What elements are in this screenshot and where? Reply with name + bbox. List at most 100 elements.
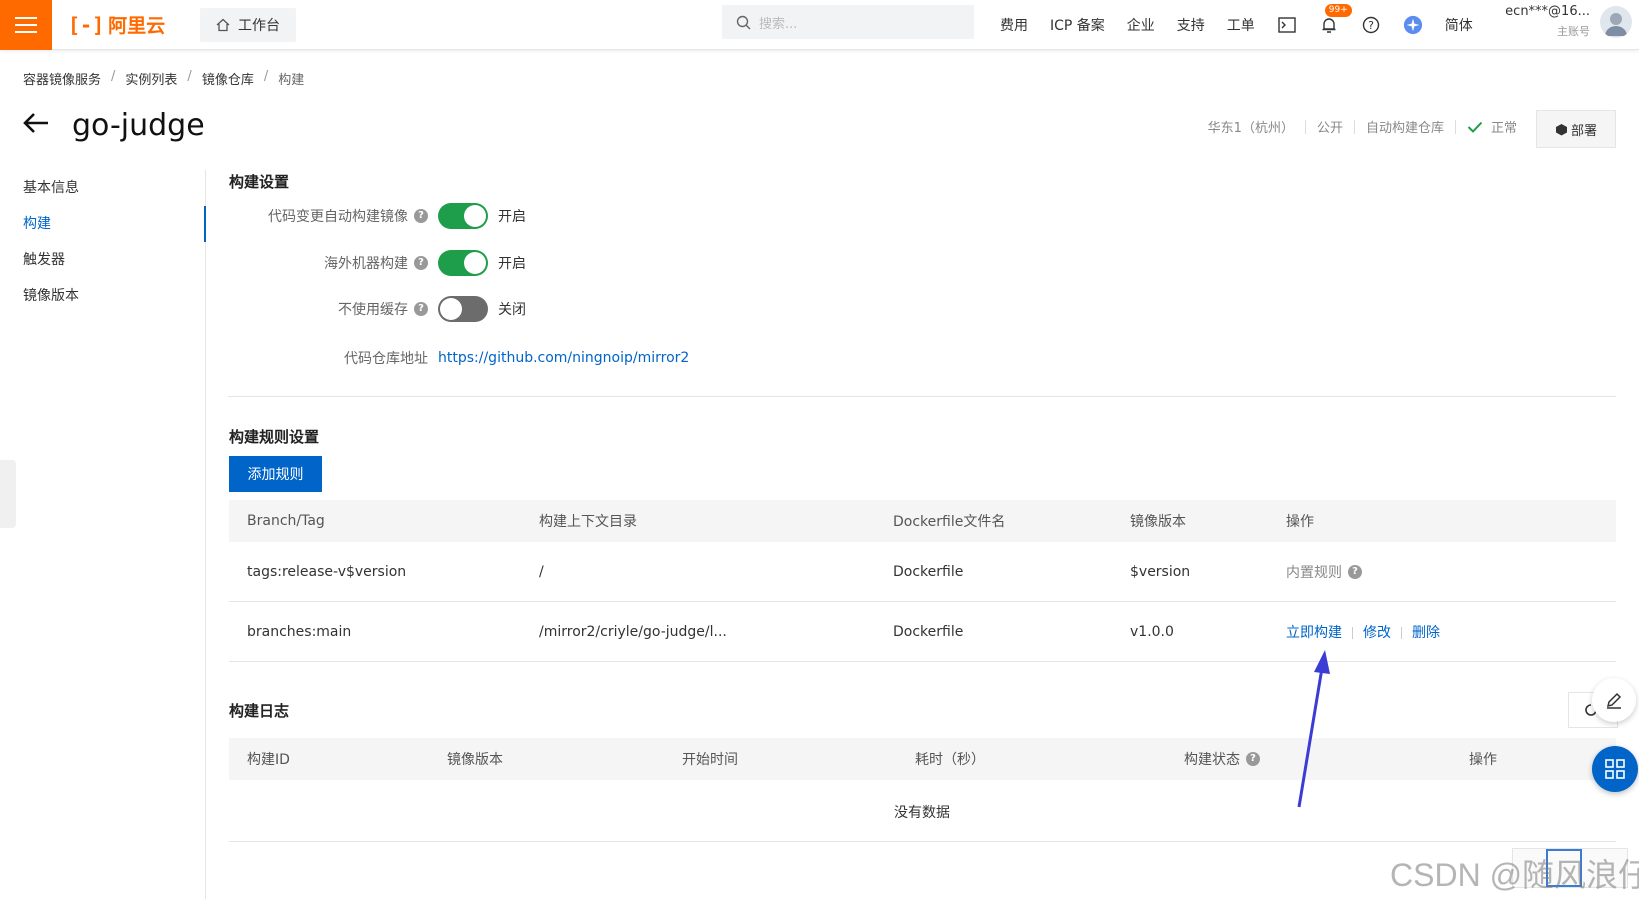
setting-auto-build: 代码变更自动构建镜像 ? 开启 [228, 203, 526, 229]
breadcrumb-separator: / [263, 69, 269, 84]
nav-ticket[interactable]: 工单 [1227, 15, 1255, 35]
deploy-button[interactable]: 部署 [1536, 110, 1616, 148]
setting-label: 代码变更自动构建镜像 ? [228, 206, 428, 226]
column-header: 开始时间 [682, 752, 738, 768]
bell-icon[interactable]: 99+ [1319, 4, 1352, 35]
breadcrumb: 容器镜像服务 / 实例列表 / 镜像仓库 / 构建 [23, 69, 304, 88]
breadcrumb-registry[interactable]: 容器镜像服务 [23, 69, 101, 88]
rule-context: /mirror2/criyle/go-judge/l... [539, 623, 727, 640]
rule-version: $version [1130, 563, 1191, 580]
table-row: branches:main /mirror2/criyle/go-judge/l… [229, 602, 1616, 662]
watermark: CSDN @随风浪仔 [1390, 857, 1639, 893]
column-header: 镜像版本 [1130, 514, 1186, 530]
help-icon[interactable]: ? [414, 302, 428, 316]
column-header: 构建上下文目录 [539, 514, 637, 530]
rule-dockerfile: Dockerfile [893, 623, 964, 640]
sidebar-item-triggers[interactable]: 触发器 [0, 242, 205, 278]
overseas-build-toggle[interactable] [438, 250, 488, 276]
repo-type: 自动构建仓库 [1365, 121, 1444, 136]
logo-mark: [-] [68, 12, 105, 37]
workbench-button[interactable]: 工作台 [200, 7, 296, 42]
back-arrow-icon[interactable] [22, 111, 50, 141]
empty-state-text: 没有数据 [894, 805, 950, 821]
builtin-rule-text: 内置规则 [1286, 564, 1342, 581]
logo-text: 阿里云 [108, 15, 166, 37]
sidebar-item-build[interactable]: 构建 [0, 206, 206, 242]
rule-context: / [539, 563, 544, 580]
hamburger-menu-icon[interactable] [0, 0, 52, 50]
rule-ops: 立即构建 修改 删除 [1286, 622, 1440, 642]
rule-version: v1.0.0 [1130, 623, 1174, 640]
aliyun-logo[interactable]: [-] 阿里云 [68, 11, 178, 38]
repo-url-link[interactable]: https://github.com/ningnoip/mirror2 [438, 350, 689, 366]
setting-label: 不使用缓存 ? [228, 299, 428, 319]
repo-meta: 华东1（杭州） 公开 自动构建仓库 正常 [1208, 117, 1517, 136]
breadcrumb-separator: / [111, 69, 116, 84]
workbench-label: 工作台 [238, 17, 280, 34]
setting-overseas-build: 海外机器构建 ? 开启 [228, 250, 526, 276]
repo-status: 正常 [1467, 117, 1517, 136]
column-header-status: 构建状态 ? [1184, 749, 1260, 769]
toggle-state: 关闭 [498, 302, 526, 318]
table-header: Branch/Tag 构建上下文目录 Dockerfile文件名 镜像版本 操作 [229, 500, 1616, 542]
column-header: 构建状态 [1184, 752, 1240, 768]
repo-region: 华东1（杭州） [1207, 121, 1294, 136]
setting-no-cache: 不使用缓存 ? 关闭 [228, 296, 526, 322]
assistant-icon[interactable] [1403, 15, 1423, 35]
column-header: 耗时（秒） [915, 752, 985, 768]
help-icon[interactable]: ? [414, 209, 428, 223]
rule-branch: branches:main [247, 623, 352, 640]
setting-label-text: 不使用缓存 [338, 302, 408, 318]
divider [228, 396, 1616, 397]
column-header: 构建ID [247, 752, 290, 768]
nav-billing[interactable]: 费用 [1000, 15, 1028, 35]
deploy-label: 部署 [1570, 123, 1597, 139]
toggle-state: 开启 [498, 209, 526, 225]
empty-state-row: 没有数据 [229, 780, 1616, 842]
build-settings-title: 构建设置 [229, 173, 290, 191]
title-row: go-judge [22, 108, 205, 143]
edit-rule-link[interactable]: 修改 [1363, 625, 1391, 641]
account-type: 主账号 [1557, 25, 1590, 38]
column-header: Dockerfile文件名 [893, 514, 1006, 530]
apps-grid-button[interactable] [1592, 746, 1638, 792]
pen-icon [1606, 692, 1622, 709]
top-nav-links: 费用 ICP 备案 企业 支持 工单 99+ ? 简体 [1000, 0, 1495, 50]
grid-icon [1605, 759, 1625, 779]
delete-rule-link[interactable]: 删除 [1412, 625, 1440, 641]
help-icon[interactable]: ? [414, 256, 428, 270]
breadcrumb-instances[interactable]: 实例列表 [125, 69, 177, 88]
sidebar-item-image-versions[interactable]: 镜像版本 [0, 278, 205, 314]
no-cache-toggle[interactable] [438, 296, 488, 322]
home-icon [216, 18, 230, 31]
nav-support[interactable]: 支持 [1177, 15, 1205, 35]
setting-repo-url: 代码仓库地址 https://github.com/ningnoip/mirro… [228, 348, 689, 368]
setting-label-text: 海外机器构建 [324, 256, 408, 272]
feedback-edit-button[interactable] [1592, 678, 1636, 722]
help-icon[interactable]: ? [1348, 564, 1362, 579]
language-switch[interactable]: 简体 [1445, 15, 1473, 35]
repo-status-text: 正常 [1490, 121, 1517, 136]
add-rule-button[interactable]: 添加规则 [229, 456, 322, 492]
search-input[interactable]: 搜索... [722, 5, 974, 39]
build-now-link[interactable]: 立即构建 [1286, 625, 1342, 641]
column-header: 镜像版本 [447, 752, 503, 768]
nav-icp[interactable]: ICP 备案 [1050, 15, 1105, 35]
breadcrumb-separator: / [187, 69, 192, 84]
account-menu[interactable]: ecn***@16... 主账号 [1498, 4, 1590, 39]
avatar[interactable] [1600, 6, 1632, 38]
sidebar-item-basic-info[interactable]: 基本信息 [0, 170, 205, 206]
help-icon[interactable]: ? [1246, 752, 1260, 766]
check-icon [1467, 121, 1483, 133]
search-icon [736, 15, 751, 29]
auto-build-toggle[interactable] [438, 203, 488, 229]
notification-badge: 99+ [1324, 4, 1352, 17]
help-icon[interactable]: ? [1361, 15, 1381, 35]
breadcrumb-repos[interactable]: 镜像仓库 [202, 69, 254, 88]
nav-enterprise[interactable]: 企业 [1127, 15, 1155, 35]
column-header: Branch/Tag [247, 513, 325, 529]
terminal-icon[interactable] [1277, 15, 1297, 35]
toggle-state: 开启 [498, 256, 526, 272]
breadcrumb-current: 构建 [278, 73, 305, 88]
setting-label: 代码仓库地址 [228, 348, 428, 368]
